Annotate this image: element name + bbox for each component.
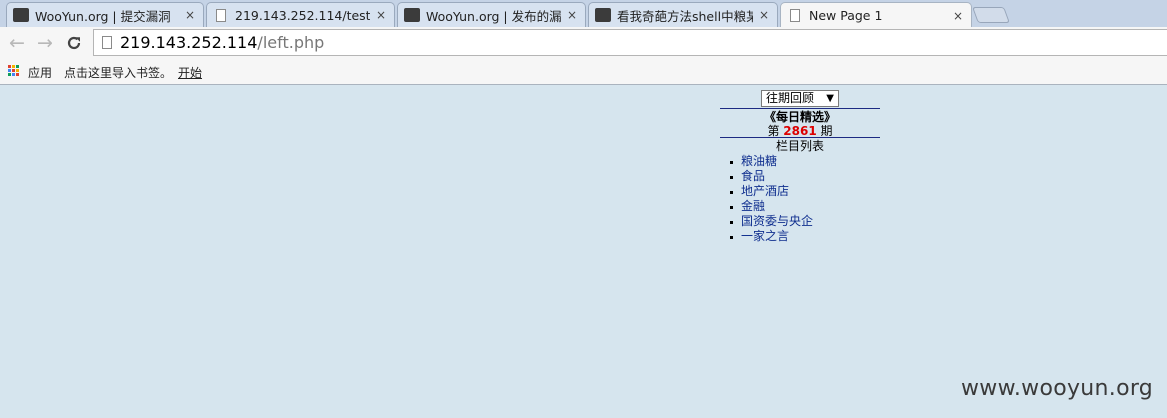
url-path: /left.php bbox=[257, 33, 325, 52]
divider bbox=[720, 137, 880, 138]
bullet-icon bbox=[730, 176, 733, 179]
close-icon[interactable]: × bbox=[567, 8, 577, 22]
tab-test-php[interactable]: 219.143.252.114/test.ph × bbox=[206, 2, 395, 27]
reload-icon[interactable] bbox=[62, 31, 86, 55]
issue-archive-select[interactable]: 往期回顾 ▼ bbox=[761, 90, 839, 107]
close-icon[interactable]: × bbox=[953, 9, 963, 23]
list-heading: 栏目列表 bbox=[775, 139, 824, 153]
bullet-icon bbox=[730, 191, 733, 194]
tab-title: 219.143.252.114/test.ph bbox=[235, 7, 370, 23]
issue-number-line: 第 2861 期 bbox=[720, 124, 880, 138]
issue-prefix: 第 bbox=[767, 124, 780, 138]
issue-suffix: 期 bbox=[820, 124, 833, 138]
back-arrow-icon[interactable]: ← bbox=[5, 31, 29, 55]
bullet-icon bbox=[730, 206, 733, 209]
wooyun-logo-icon bbox=[595, 8, 611, 22]
tab-title: 看我奇葩方法shell中粮某 bbox=[617, 8, 753, 24]
address-bar[interactable]: 219.143.252.114/left.php bbox=[93, 29, 1167, 56]
bookmark-start[interactable]: 开始 bbox=[178, 64, 202, 81]
page-icon bbox=[102, 36, 112, 49]
bookmark-apps[interactable]: 应用 bbox=[28, 64, 52, 81]
tab-shell-article[interactable]: 看我奇葩方法shell中粮某 × bbox=[588, 2, 778, 27]
page-icon bbox=[216, 8, 226, 22]
divider bbox=[720, 108, 880, 109]
tab-wooyun-published[interactable]: WooYun.org | 发布的漏洞 × bbox=[397, 2, 586, 27]
tab-wooyun-submit[interactable]: WooYun.org | 提交漏洞 × bbox=[6, 2, 204, 27]
wooyun-logo-icon bbox=[13, 8, 29, 22]
tab-strip: WooYun.org | 提交漏洞 × 219.143.252.114/test… bbox=[0, 0, 1167, 28]
wooyun-logo-icon bbox=[404, 8, 420, 22]
category-link[interactable]: 一家之言 bbox=[741, 229, 789, 244]
tab-title: WooYun.org | 发布的漏洞 bbox=[426, 8, 561, 24]
category-link[interactable]: 地产酒店 bbox=[741, 184, 789, 199]
close-icon[interactable]: × bbox=[759, 8, 769, 22]
bullet-icon bbox=[730, 236, 733, 239]
bullet-icon bbox=[730, 221, 733, 224]
issue-number: 2861 bbox=[783, 124, 817, 138]
forward-arrow-icon[interactable]: → bbox=[33, 31, 57, 55]
close-icon[interactable]: × bbox=[185, 8, 195, 22]
new-tab-button[interactable] bbox=[972, 7, 1010, 23]
category-link[interactable]: 食品 bbox=[741, 169, 765, 184]
url-text: 219.143.252.114/left.php bbox=[120, 34, 324, 52]
apps-grid-icon[interactable] bbox=[8, 65, 20, 77]
tab-new-page[interactable]: New Page 1 × bbox=[780, 2, 972, 28]
url-host: 219.143.252.114 bbox=[120, 33, 258, 52]
category-link[interactable]: 粮油糖 bbox=[741, 154, 777, 169]
dropdown-arrow-icon: ▼ bbox=[826, 93, 834, 104]
select-value: 往期回顾 bbox=[766, 91, 815, 105]
bookmark-import[interactable]: 点击这里导入书签。 bbox=[64, 64, 172, 81]
feature-title: 《每日精选》 bbox=[763, 110, 836, 124]
watermark: www.wooyun.org bbox=[961, 376, 1154, 401]
category-link[interactable]: 国资委与央企 bbox=[741, 214, 813, 229]
bookmarks-bar bbox=[0, 60, 1167, 85]
page-icon bbox=[790, 9, 800, 22]
tab-title: WooYun.org | 提交漏洞 bbox=[35, 8, 171, 24]
bullet-icon bbox=[730, 161, 733, 164]
tab-title: New Page 1 bbox=[809, 8, 883, 23]
category-link[interactable]: 金融 bbox=[741, 199, 765, 214]
close-icon[interactable]: × bbox=[376, 8, 386, 22]
